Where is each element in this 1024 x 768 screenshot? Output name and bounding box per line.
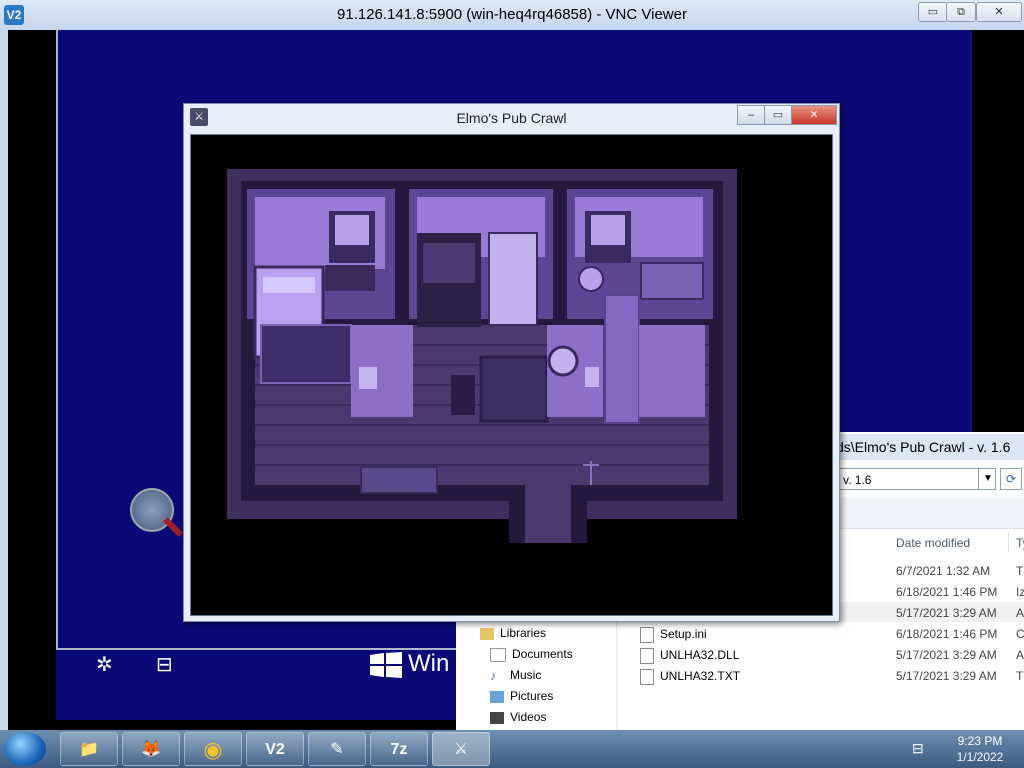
start-button[interactable] <box>4 732 46 766</box>
refrigerator[interactable] <box>488 232 538 326</box>
vnc-frame-border <box>0 30 8 730</box>
videos-icon <box>490 711 504 724</box>
taskbar-game-button[interactable]: ⚔ <box>432 732 490 766</box>
entrance-corridor <box>525 485 571 543</box>
game-window[interactable]: ⚔ Elmo's Pub Crawl – ▭ ✕ <box>183 103 840 622</box>
nav-item-music[interactable]: ♪ Music <box>490 668 541 682</box>
file-row-setup-ini[interactable]: Setup.ini <box>640 627 707 643</box>
file-date: 5/17/2021 3:29 AM <box>896 606 997 620</box>
file-type: T <box>1016 564 1024 578</box>
sofa[interactable] <box>360 466 438 494</box>
nav-item-videos[interactable]: Videos <box>490 710 546 724</box>
vnc-restore-button[interactable]: ⧉ <box>946 2 976 22</box>
taskbar-vnc-button[interactable]: V2 <box>246 732 304 766</box>
folder-icon: 📁 <box>79 741 99 758</box>
dining-table[interactable] <box>479 355 549 423</box>
file-date: 5/17/2021 3:29 AM <box>896 669 997 683</box>
cupboard-glass <box>423 243 475 283</box>
explorer-toolbar <box>836 498 1024 529</box>
notepad-icon: ✎ <box>330 741 344 758</box>
file-type: A <box>1016 648 1024 662</box>
refresh-icon[interactable]: ⟳ <box>1000 468 1022 490</box>
file-type: T <box>1016 669 1024 683</box>
dining-chair[interactable] <box>451 375 475 415</box>
hallway-wall-right <box>639 325 705 417</box>
file-type: A <box>1016 606 1024 620</box>
7zip-icon: 7z <box>390 741 408 758</box>
game-viewport[interactable] <box>190 134 833 616</box>
file-row-unlha32-dll[interactable]: UNLHA32.DLL <box>640 648 739 664</box>
nav-item-documents[interactable]: Documents <box>490 647 573 662</box>
bedroom-rug <box>260 324 352 384</box>
documents-icon <box>490 647 506 662</box>
nav-item-label: Music <box>510 668 542 682</box>
file-type: Iz <box>1016 585 1024 599</box>
game-sword-icon: ⚔ <box>453 741 469 758</box>
chevron-down-icon[interactable]: ▼ <box>978 468 997 490</box>
file-date: 6/18/2021 1:46 PM <box>896 627 998 641</box>
nav-item-label: Videos <box>510 710 547 724</box>
taskbar-7zip-button[interactable]: 7z <box>370 732 428 766</box>
taskbar-chrome-button[interactable]: ◉ <box>184 732 242 766</box>
vnc-window-title: 91.126.141.8:5900 (win-heq4rq46858) - VN… <box>337 6 687 23</box>
vnc-close-button[interactable]: ✕ <box>976 2 1022 22</box>
game-close-button[interactable]: ✕ <box>791 105 837 125</box>
nav-item-label: Documents <box>512 647 573 661</box>
firefox-icon: 🦊 <box>141 741 161 758</box>
file-row-unlha32-txt[interactable]: UNLHA32.TXT <box>640 669 740 685</box>
bedroom-window-glass <box>335 215 369 245</box>
network-tray-icon[interactable]: ⊟ <box>912 740 924 757</box>
column-divider[interactable] <box>1008 532 1009 552</box>
file-type: C <box>1016 627 1024 641</box>
game-minimize-button[interactable]: – <box>737 105 765 125</box>
clock-date[interactable]: 1/1/2022 <box>940 750 1020 764</box>
nav-item-label: Libraries <box>500 626 547 640</box>
bed-pillow <box>263 277 315 293</box>
music-icon: ♪ <box>490 668 496 683</box>
wall-note[interactable] <box>585 367 599 387</box>
vnc-icon: V2 <box>265 741 285 758</box>
settings-file-icon <box>640 627 654 643</box>
file-date: 5/17/2021 3:29 AM <box>896 648 997 662</box>
libraries-icon <box>480 627 494 640</box>
text-file-icon <box>640 669 654 685</box>
explorer-address-combo[interactable]: v. 1.6 <box>836 468 996 490</box>
windows-logo-icon <box>370 652 402 678</box>
vnc-minimize-button[interactable]: ▭ <box>918 2 948 22</box>
taskbar-notepad-button[interactable]: ✎ <box>308 732 366 766</box>
wall-calendar[interactable] <box>359 367 377 389</box>
checkered-runner <box>604 294 640 424</box>
bedside-shelf[interactable] <box>325 265 375 291</box>
game-scene <box>227 169 737 543</box>
column-type[interactable]: Ty <box>1016 536 1024 550</box>
settings-gear-icon[interactable]: ✲ <box>96 652 113 677</box>
nav-item-libraries[interactable]: Libraries <box>480 626 546 640</box>
chrome-icon: ◉ <box>203 737 223 762</box>
cabinet[interactable] <box>640 262 704 300</box>
file-name: Setup.ini <box>660 627 707 642</box>
pictures-icon <box>490 690 504 703</box>
column-date-modified[interactable]: Date modified <box>896 536 970 550</box>
dll-file-icon <box>640 648 654 664</box>
explorer-title-path: ds\Elmo's Pub Crawl - v. 1.6 <box>836 434 1024 460</box>
taskbar-firefox-button[interactable]: 🦊 <box>122 732 180 766</box>
taskbar-file-explorer-button[interactable]: 📁 <box>60 732 118 766</box>
game-maximize-button[interactable]: ▭ <box>764 105 792 125</box>
nav-item-pictures[interactable]: Pictures <box>490 689 553 703</box>
nav-item-label: Pictures <box>510 689 554 703</box>
file-date: 6/18/2021 1:46 PM <box>896 585 998 599</box>
file-date: 6/7/2021 1:32 AM <box>896 564 991 578</box>
clock-time[interactable]: 9:23 PM <box>940 734 1020 748</box>
network-monitor-icon[interactable]: ⊟ <box>156 652 173 677</box>
windows-brand-text: Win <box>408 650 450 677</box>
wall-clock[interactable] <box>547 345 579 377</box>
wall-mirror[interactable] <box>578 266 604 292</box>
bathroom-window-glass <box>591 215 625 245</box>
file-name: UNLHA32.DLL <box>660 648 740 663</box>
file-name: UNLHA32.TXT <box>660 669 741 684</box>
